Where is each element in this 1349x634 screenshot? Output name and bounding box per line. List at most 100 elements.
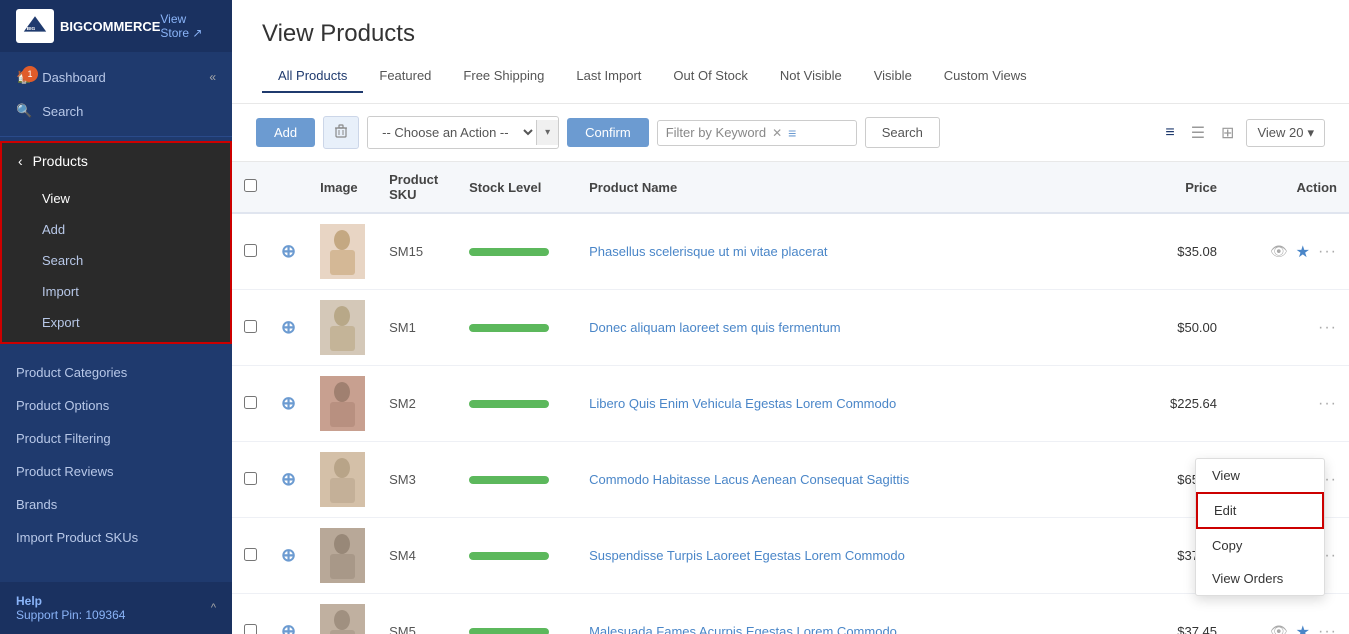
search-icon: 🔍: [16, 103, 32, 119]
sidebar-link-product-reviews[interactable]: Product Reviews: [0, 455, 232, 488]
notification-badge: 1: [22, 66, 38, 82]
product-image: [320, 224, 365, 279]
page-header: View Products All Products Featured Free…: [232, 0, 1349, 104]
products-header[interactable]: ‹ Products: [2, 143, 230, 179]
sidebar-link-brands[interactable]: Brands: [0, 488, 232, 521]
tab-visible[interactable]: Visible: [858, 60, 928, 93]
sidebar-link-product-filtering[interactable]: Product Filtering: [0, 422, 232, 455]
product-name[interactable]: Suspendisse Turpis Laoreet Egestas Lorem…: [577, 518, 1117, 594]
tab-last-import[interactable]: Last Import: [560, 60, 657, 93]
add-row-icon[interactable]: ⊕: [281, 393, 296, 413]
add-row-icon[interactable]: ⊕: [281, 469, 296, 489]
product-image: [320, 604, 365, 634]
product-thumbnail: [320, 604, 365, 634]
table-row: ⊕ SM5 Malesuada Fames Acurpis Egestas Lo: [232, 594, 1349, 634]
featured-icon[interactable]: ★: [1296, 622, 1310, 634]
tab-custom-views[interactable]: Custom Views: [928, 60, 1043, 93]
dropdown-edit-item[interactable]: Edit: [1196, 492, 1324, 529]
add-button[interactable]: Add: [256, 118, 315, 147]
trash-icon: [334, 124, 348, 138]
submenu-item-import[interactable]: Import: [2, 276, 230, 307]
action-icons: 👁 ★ ···: [1241, 622, 1337, 634]
confirm-button[interactable]: Confirm: [567, 118, 649, 147]
row-checkbox[interactable]: [244, 624, 257, 634]
list-view-icon[interactable]: ≡: [1161, 120, 1178, 146]
dropdown-view-orders-item[interactable]: View Orders: [1196, 562, 1324, 595]
tab-all-products[interactable]: All Products: [262, 60, 363, 93]
featured-icon[interactable]: ★: [1296, 242, 1310, 262]
search-label: Search: [42, 104, 83, 119]
tab-free-shipping[interactable]: Free Shipping: [447, 60, 560, 93]
view-count-dropdown[interactable]: View 20 ▾: [1246, 119, 1325, 147]
row-checkbox[interactable]: [244, 472, 257, 485]
toolbar-right: ≡ ☰ ⊞ View 20 ▾: [1161, 119, 1325, 147]
col-price: Price: [1118, 162, 1230, 213]
row-checkbox[interactable]: [244, 396, 257, 409]
stock-bar: [469, 324, 549, 332]
select-all-checkbox[interactable]: [244, 179, 257, 192]
tab-featured[interactable]: Featured: [363, 60, 447, 93]
visibility-icon[interactable]: 👁: [1270, 623, 1288, 634]
more-actions-icon[interactable]: ···: [1318, 395, 1337, 413]
view-store-link[interactable]: View Store ↗: [160, 12, 216, 40]
filter-settings-icon[interactable]: ≡: [788, 125, 796, 141]
product-image: [320, 528, 365, 583]
product-thumbnail: [320, 376, 365, 431]
sidebar-item-search[interactable]: 🔍 Search: [0, 94, 232, 128]
product-name[interactable]: Libero Quis Enim Vehicula Egestas Lorem …: [577, 366, 1117, 442]
tab-out-of-stock[interactable]: Out Of Stock: [657, 60, 763, 93]
row-checkbox[interactable]: [244, 548, 257, 561]
submenu-item-search[interactable]: Search: [2, 245, 230, 276]
compact-view-icon[interactable]: ☰: [1187, 119, 1209, 147]
sidebar-link-import-skus[interactable]: Import Product SKUs: [0, 521, 232, 554]
more-actions-icon[interactable]: ···: [1318, 243, 1337, 261]
view-count-arrow: ▾: [1307, 125, 1314, 141]
submenu-item-view[interactable]: View: [2, 183, 230, 214]
grid-view-icon[interactable]: ⊞: [1217, 119, 1238, 147]
sidebar: BIG BIGCOMMERCE View Store ↗ 🏠 Dashboard…: [0, 0, 232, 634]
sidebar-link-product-options[interactable]: Product Options: [0, 389, 232, 422]
collapse-icon[interactable]: «: [209, 70, 216, 84]
stock-bar: [469, 248, 549, 256]
sidebar-item-dashboard[interactable]: 🏠 Dashboard 1 «: [0, 60, 232, 94]
sidebar-section-links: Product Categories Product Options Produ…: [0, 348, 232, 562]
visibility-icon[interactable]: 👁: [1270, 243, 1288, 260]
add-row-icon[interactable]: ⊕: [281, 241, 296, 261]
add-row-icon[interactable]: ⊕: [281, 621, 296, 634]
search-button[interactable]: Search: [865, 117, 940, 148]
svg-text:BIG: BIG: [27, 26, 36, 32]
row-checkbox[interactable]: [244, 320, 257, 333]
sidebar-link-product-categories[interactable]: Product Categories: [0, 356, 232, 389]
action-select[interactable]: -- Choose an Action --: [368, 117, 536, 148]
product-price: $35.08: [1118, 213, 1230, 290]
stock-bar: [469, 400, 549, 408]
action-icons: ···: [1241, 395, 1337, 413]
product-price: $37.45: [1118, 594, 1230, 634]
logo-area: BIG BIGCOMMERCE: [16, 9, 160, 43]
add-row-icon[interactable]: ⊕: [281, 545, 296, 565]
collapse-footer-icon[interactable]: ^: [211, 602, 216, 614]
dropdown-view-item[interactable]: View: [1196, 459, 1324, 492]
help-label[interactable]: Help: [16, 594, 125, 608]
delete-button[interactable]: [323, 116, 359, 149]
logo-text: BIGCOMMERCE: [60, 19, 160, 34]
dashboard-label: Dashboard: [42, 70, 106, 85]
sidebar-footer: Help Support Pin: 109364 ^: [0, 582, 232, 634]
products-section-label: Products: [33, 153, 88, 169]
filter-clear-icon[interactable]: ✕: [772, 126, 782, 140]
row-checkbox[interactable]: [244, 244, 257, 257]
product-name[interactable]: Malesuada Fames Acurpis Egestas Lorem Co…: [577, 594, 1117, 634]
tab-not-visible[interactable]: Not Visible: [764, 60, 858, 93]
submenu-item-export[interactable]: Export: [2, 307, 230, 338]
add-row-icon[interactable]: ⊕: [281, 317, 296, 337]
more-actions-icon[interactable]: ···: [1318, 623, 1337, 634]
dropdown-copy-item[interactable]: Copy: [1196, 529, 1324, 562]
product-name[interactable]: Phasellus scelerisque ut mi vitae placer…: [577, 213, 1117, 290]
product-name[interactable]: Donec aliquam laoreet sem quis fermentum: [577, 290, 1117, 366]
dropdown-arrow-icon[interactable]: ▾: [536, 120, 558, 145]
product-name[interactable]: Commodo Habitasse Lacus Aenean Consequat…: [577, 442, 1117, 518]
more-actions-icon[interactable]: ···: [1318, 319, 1337, 337]
product-sku: SM5: [377, 594, 457, 634]
submenu-item-add[interactable]: Add: [2, 214, 230, 245]
product-price: $225.64: [1118, 366, 1230, 442]
